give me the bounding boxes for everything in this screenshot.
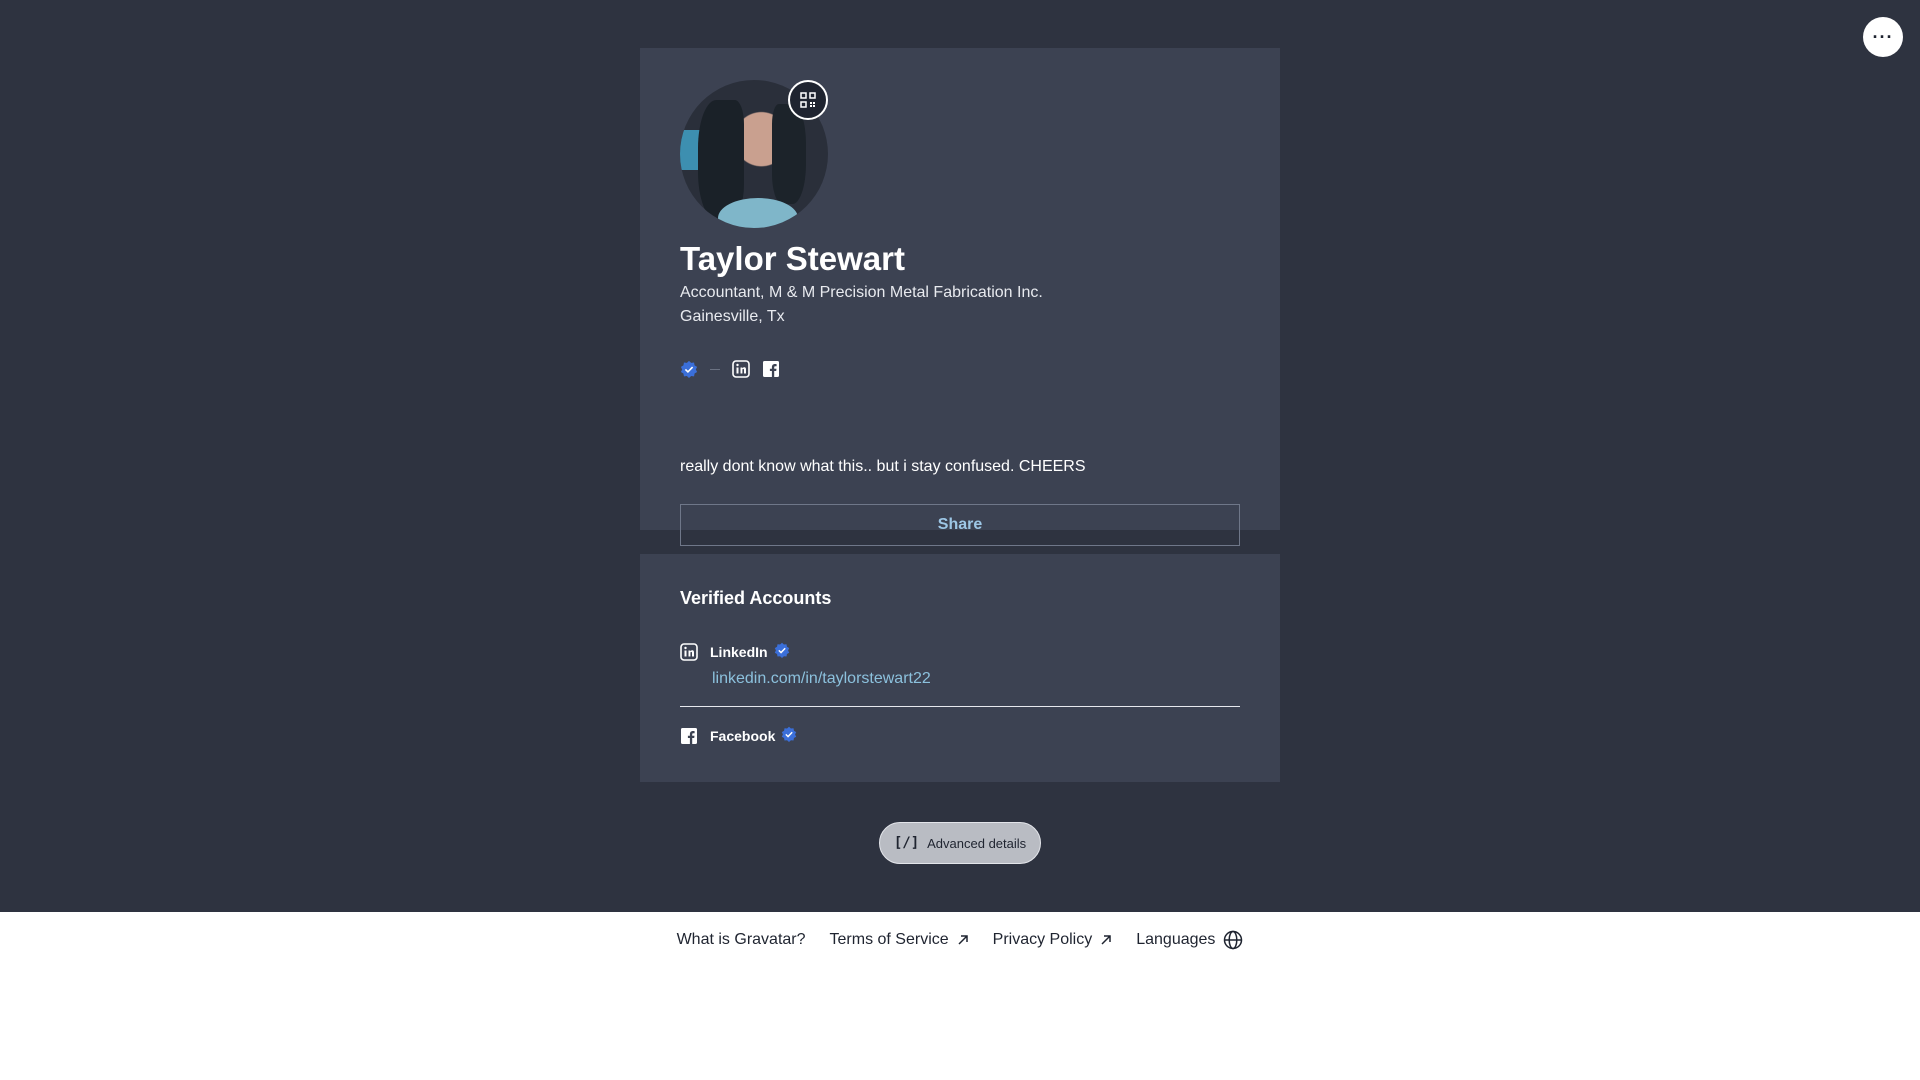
profile-bio: really dont know what this.. but i stay …	[680, 458, 1086, 475]
footer-link-privacy[interactable]: Privacy Policy	[993, 931, 1113, 949]
profile-card: Taylor Stewart Accountant, M & M Precisi…	[640, 48, 1280, 546]
profile-location: Gainesville, Tx	[680, 308, 785, 325]
facebook-icon[interactable]	[762, 360, 780, 378]
profile-job-title: Accountant, M & M Precision Metal Fabric…	[680, 284, 1043, 301]
footer-link-label: Terms of Service	[829, 931, 949, 948]
avatar-container	[680, 80, 828, 228]
advanced-details-label: Advanced details	[927, 835, 1027, 851]
ellipsis-icon: ···	[1872, 26, 1894, 47]
page-background: ··· Taylor Stewart Accountant, M & M Pre…	[0, 0, 1920, 912]
footer-link-label: Privacy Policy	[992, 931, 1093, 948]
verified-badge-icon	[781, 726, 797, 747]
advanced-details-button[interactable]: [/] Advanced details	[879, 822, 1041, 864]
verified-account-linkedin: LinkedIn linkedin.com/in/taylorstewart22	[680, 642, 931, 688]
divider	[680, 706, 1240, 707]
profile-name: Taylor Stewart	[680, 240, 905, 277]
footer-link-what-is-gravatar[interactable]: What is Gravatar?	[677, 931, 806, 949]
separator	[710, 368, 720, 370]
code-icon: [/]	[893, 835, 920, 851]
profile-social-icons	[680, 358, 780, 380]
globe-icon	[1224, 930, 1243, 950]
qr-code-button[interactable]	[788, 80, 828, 120]
linkedin-icon[interactable]	[732, 360, 750, 378]
linkedin-icon	[680, 643, 698, 661]
footer-link-languages[interactable]: Languages	[1136, 930, 1243, 950]
footer-link-label: Languages	[1136, 931, 1216, 948]
footer: What is Gravatar? Terms of Service Priva…	[0, 912, 1920, 968]
external-link-icon	[958, 935, 968, 945]
share-button[interactable]: Share	[680, 504, 1240, 546]
verified-badge-icon	[774, 642, 790, 663]
qr-code-icon	[800, 92, 816, 108]
more-options-button[interactable]: ···	[1863, 17, 1903, 57]
verified-accounts-card: Verified Accounts LinkedIn linkedin.com/…	[640, 554, 1280, 782]
verified-account-facebook: Facebook	[680, 726, 797, 746]
footer-link-label: What is Gravatar?	[676, 931, 806, 948]
verified-accounts-title: Verified Accounts	[680, 588, 832, 608]
facebook-icon	[680, 727, 698, 745]
account-name: LinkedIn	[710, 644, 768, 660]
linkedin-profile-link[interactable]: linkedin.com/in/taylorstewart22	[712, 670, 931, 688]
verified-badge-icon[interactable]	[680, 360, 698, 378]
external-link-icon	[1101, 935, 1111, 945]
footer-link-terms[interactable]: Terms of Service	[830, 931, 969, 949]
account-name[interactable]: Facebook	[710, 728, 775, 744]
